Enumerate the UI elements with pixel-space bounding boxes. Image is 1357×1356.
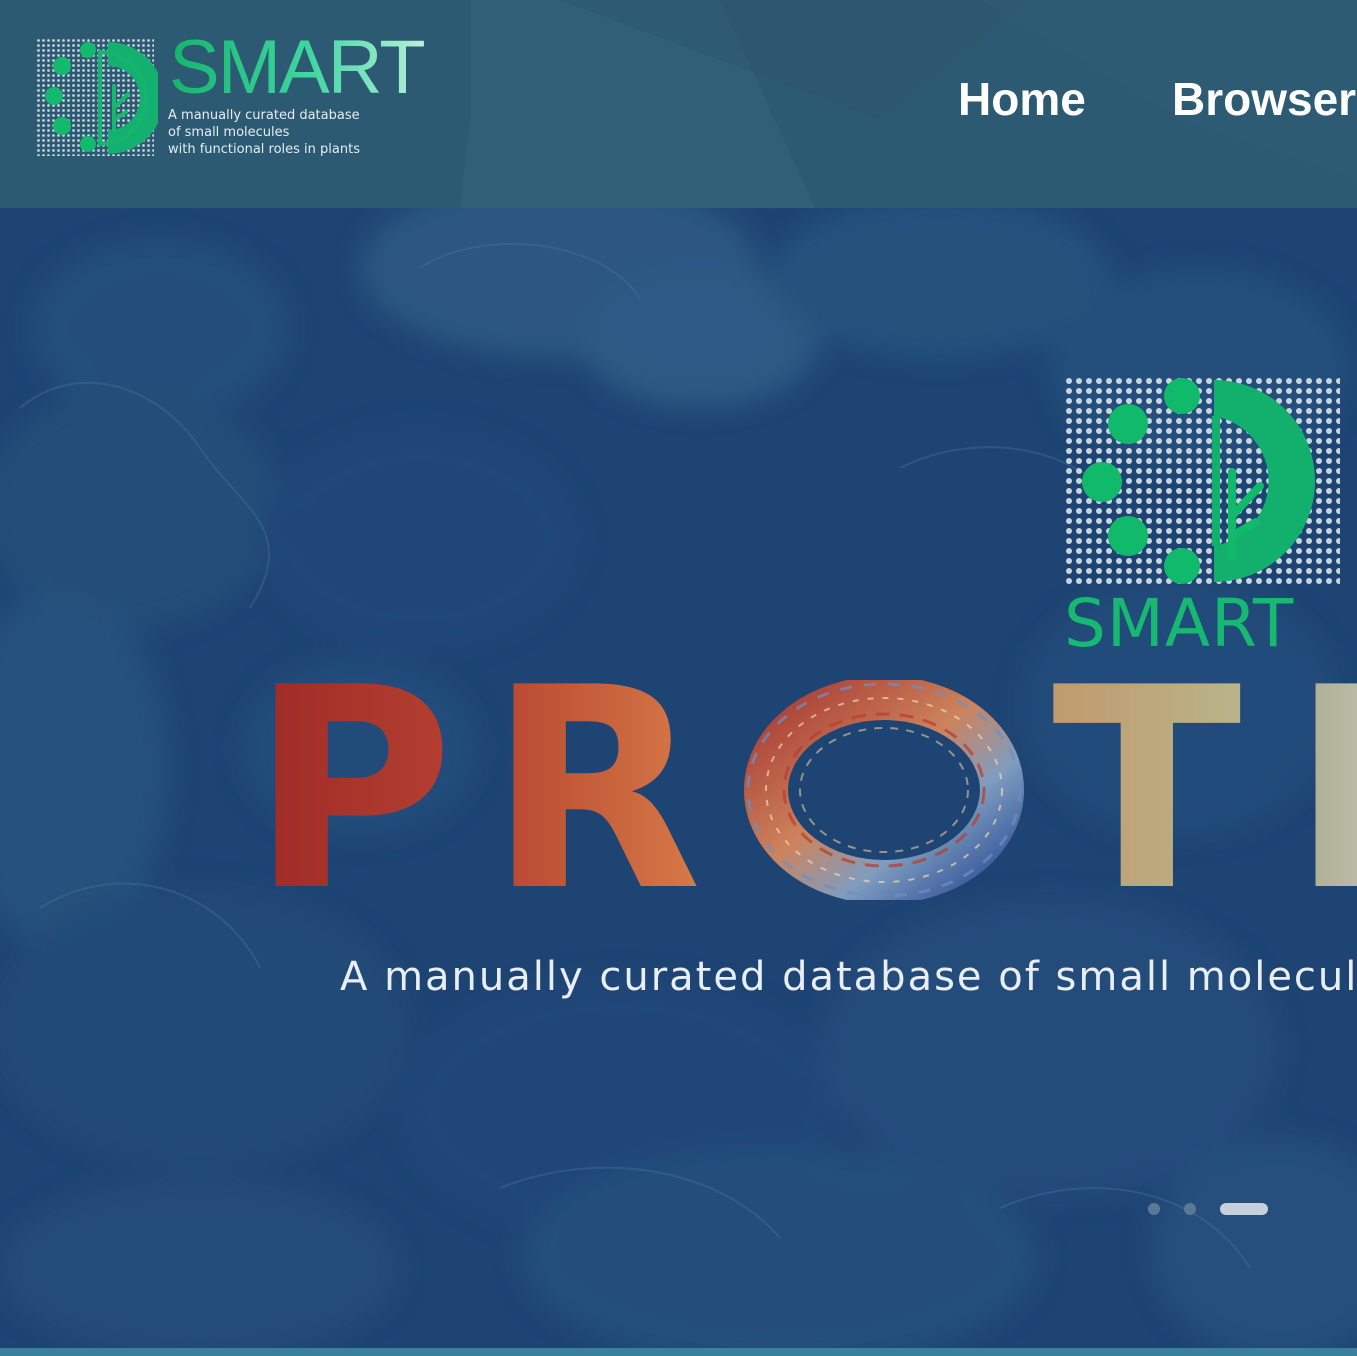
brand-tagline-line: of small molecules bbox=[168, 125, 290, 140]
brand-name: SMART bbox=[169, 25, 426, 110]
smart-logo-icon bbox=[36, 38, 158, 156]
carousel-dot-3-active[interactable] bbox=[1220, 1203, 1268, 1215]
slide-headline: P R T I bbox=[250, 628, 1357, 952]
smart-logo-icon bbox=[1064, 376, 1340, 586]
carousel-dot-2[interactable] bbox=[1184, 1203, 1196, 1215]
protein-ring-icon bbox=[744, 680, 1024, 900]
brand-logo[interactable]: SMART A manually curated database of sma… bbox=[36, 30, 436, 160]
headline-letter: I bbox=[1290, 651, 1357, 929]
page: SMART A manually curated database of sma… bbox=[0, 0, 1357, 1356]
site-header: SMART A manually curated database of sma… bbox=[0, 0, 1357, 208]
brand-tagline-line: with functional roles in plants bbox=[168, 142, 360, 157]
slide-caption: A manually curated database of small mol… bbox=[340, 954, 1357, 1000]
nav-home-link[interactable]: Home bbox=[958, 70, 1086, 128]
headline-letter: T bbox=[1052, 628, 1242, 952]
headline-letter: R bbox=[488, 628, 703, 952]
nav-browser-link[interactable]: Browser bbox=[1172, 70, 1356, 128]
brand-tagline: A manually curated database of small mol… bbox=[168, 107, 408, 158]
hero-carousel: SMART P R T I A manually curated databas… bbox=[0, 208, 1357, 1348]
carousel-indicators bbox=[1146, 1200, 1276, 1216]
headline-letter: P bbox=[250, 628, 454, 952]
bottom-divider bbox=[0, 1348, 1357, 1356]
brand-tagline-line: A manually curated database bbox=[168, 108, 360, 123]
carousel-dot-1[interactable] bbox=[1148, 1203, 1160, 1215]
